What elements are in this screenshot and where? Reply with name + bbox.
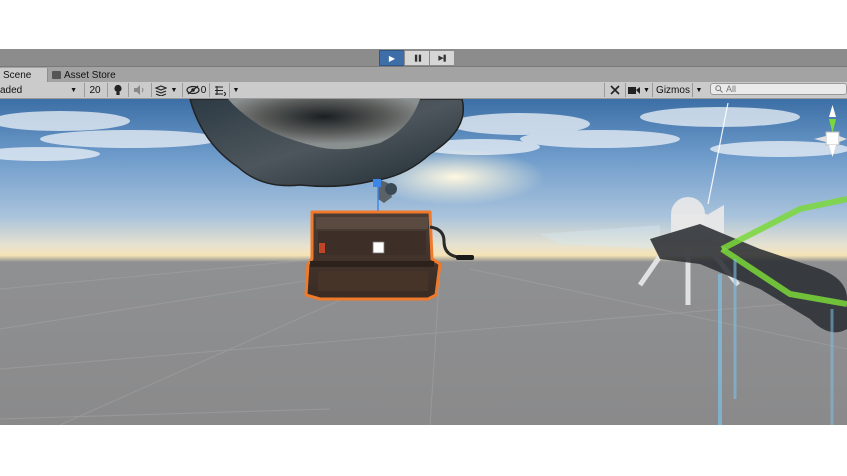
shading-mode-label: aded bbox=[0, 84, 23, 96]
audio-icon bbox=[134, 85, 144, 95]
pause-button[interactable]: ❚❚ bbox=[404, 50, 430, 66]
step-button[interactable]: ▶❚ bbox=[429, 50, 455, 66]
chevron-down-icon: ▼ bbox=[232, 86, 240, 94]
tab-scene-label: Scene bbox=[3, 69, 32, 81]
grid-options-dropdown[interactable]: ▼ bbox=[229, 83, 242, 97]
tab-scene[interactable]: Scene bbox=[0, 68, 48, 82]
tonearm bbox=[385, 183, 397, 195]
tools-icon bbox=[610, 85, 620, 95]
camera-icon bbox=[628, 86, 641, 94]
visibility-icon bbox=[186, 85, 200, 95]
lightbulb-icon bbox=[114, 84, 122, 95]
tab-asset-store[interactable]: Asset Store bbox=[52, 68, 116, 82]
tab-asset-store-label: Asset Store bbox=[64, 69, 116, 81]
scene-toolbar: aded ▼ 20 ▼ 0 ▼ ▼ Gizmos ▼ All bbox=[0, 82, 847, 99]
chevron-down-icon: ▼ bbox=[643, 86, 650, 94]
audio-toggle[interactable] bbox=[128, 83, 149, 97]
chevron-down-icon: ▼ bbox=[70, 86, 77, 94]
grid-toggle[interactable] bbox=[209, 83, 230, 97]
search-input[interactable] bbox=[723, 84, 836, 94]
2d-toggle-label: 20 bbox=[89, 84, 101, 96]
hidden-objects-toggle[interactable]: 0 bbox=[182, 83, 209, 97]
gizmos-label: Gizmos bbox=[656, 84, 690, 96]
search-icon bbox=[715, 85, 723, 93]
step-icon: ▶❚ bbox=[438, 55, 447, 62]
camera-dropdown[interactable]: ▼ bbox=[625, 83, 652, 97]
play-controls: ▶ ❚❚ ▶❚ bbox=[379, 50, 455, 66]
transform-gizmo-z-handle[interactable] bbox=[373, 179, 381, 187]
chevron-down-icon: ▼ bbox=[695, 86, 703, 94]
hidden-count: 0 bbox=[200, 84, 207, 96]
lighting-toggle[interactable] bbox=[107, 83, 128, 97]
effects-icon bbox=[154, 84, 167, 96]
gizmos-dropdown[interactable]: ▼ bbox=[692, 83, 705, 97]
search-field[interactable] bbox=[710, 83, 847, 95]
chevron-down-icon: ▼ bbox=[170, 86, 178, 94]
unity-editor: ▶ ❚❚ ▶❚ Scene Asset Store aded ▼ 20 ▼ 0 … bbox=[0, 49, 847, 425]
pause-icon: ❚❚ bbox=[413, 55, 423, 62]
grid-icon bbox=[215, 85, 226, 96]
gizmos-button[interactable]: Gizmos bbox=[652, 83, 693, 97]
2d-toggle[interactable]: 20 bbox=[84, 83, 105, 97]
light-gizmo-green bbox=[720, 196, 847, 252]
scene-render bbox=[0, 99, 847, 425]
play-icon: ▶ bbox=[388, 53, 396, 63]
gramophone-box[interactable] bbox=[304, 210, 474, 301]
play-toolbar: ▶ ❚❚ ▶❚ bbox=[0, 49, 847, 67]
scene-viewport[interactable] bbox=[0, 99, 847, 425]
tools-button[interactable] bbox=[604, 83, 625, 97]
shading-mode-dropdown[interactable]: aded ▼ bbox=[0, 83, 80, 97]
camera-rig-mesh bbox=[650, 224, 847, 333]
light-ray bbox=[540, 225, 660, 249]
play-button[interactable]: ▶ bbox=[379, 50, 405, 66]
asset-store-icon bbox=[52, 71, 61, 79]
effects-dropdown[interactable]: ▼ bbox=[151, 83, 180, 97]
tab-bar: Scene Asset Store bbox=[0, 67, 847, 82]
